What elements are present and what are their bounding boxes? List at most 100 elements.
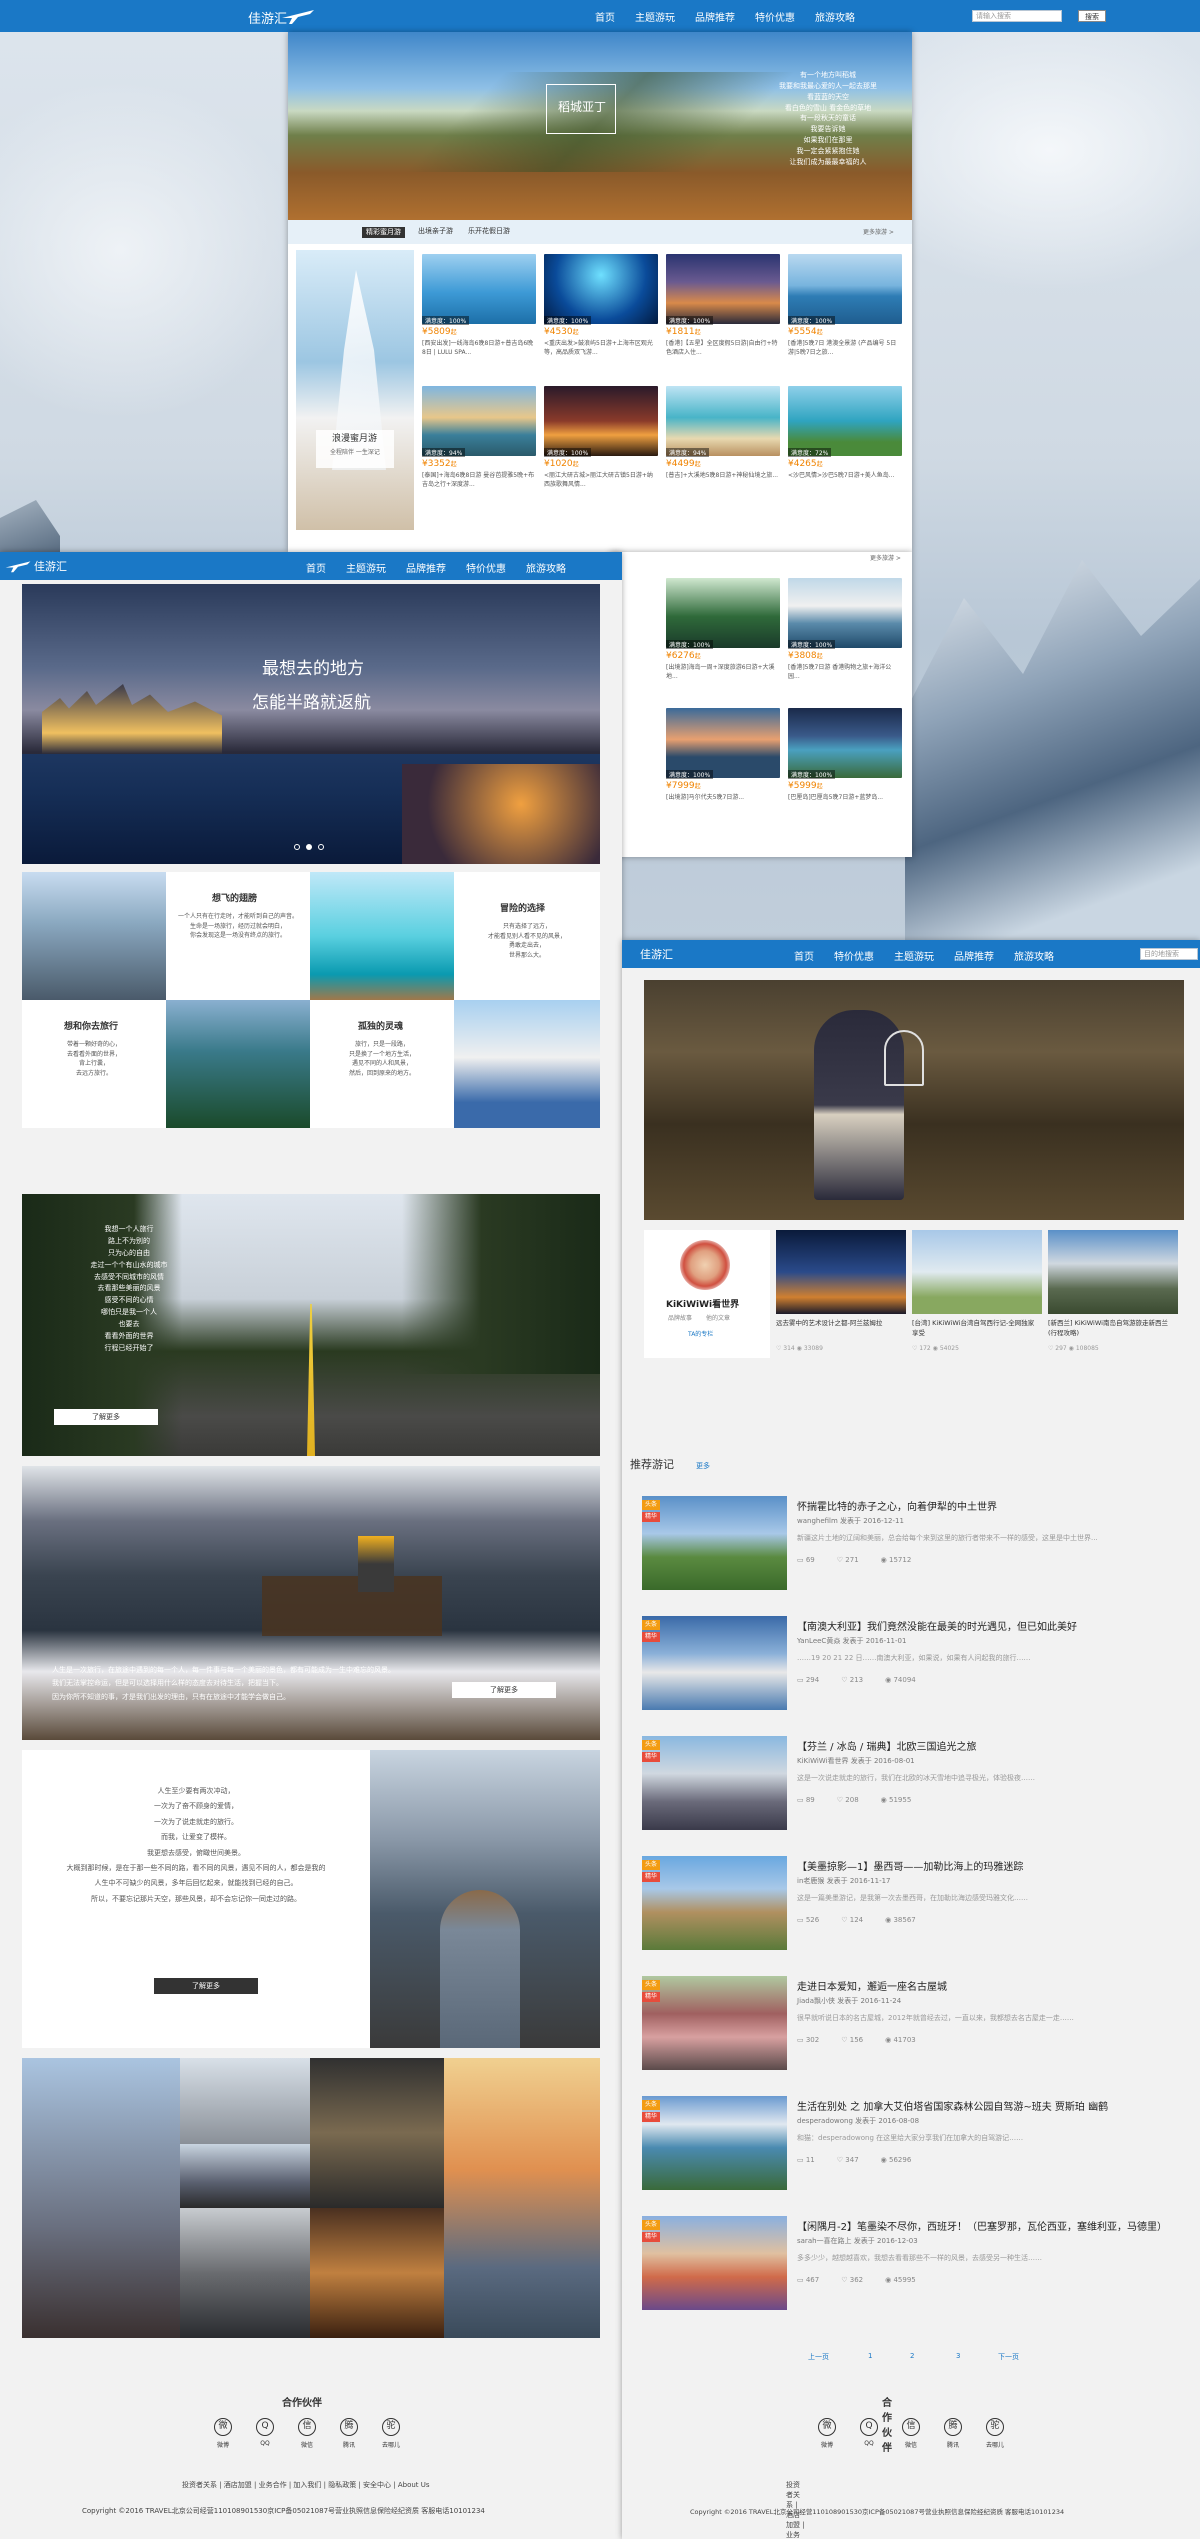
honeymoon-sub: 全程陪伴 一生深记 xyxy=(330,449,380,456)
nav-item-home[interactable]: 首页 xyxy=(784,948,824,963)
blog-item[interactable]: 头条 精华 【闲隅月-2】笔墨染不尽你，西班牙！（巴塞罗那，瓦伦西亚，塞维利亚，马… xyxy=(642,2216,1192,2326)
profile-sub1[interactable]: 品牌故事 xyxy=(668,1314,692,1324)
plane-icon xyxy=(5,561,31,573)
search-button[interactable]: 搜索 xyxy=(1078,10,1106,22)
nav-item-brand[interactable]: 品牌推荐 xyxy=(685,9,745,24)
feature-title[interactable]: [新西兰] KiKiWiWi南岛自驾游旅走新西兰 (行程攻略) xyxy=(1048,1318,1176,1339)
feature-title[interactable]: 远去雾中的艺术设计之都-阿兰兹姆拉 xyxy=(776,1318,904,1328)
blog-desc: 多多少少，越想越喜欢，我想去看看那些不一样的风景，去感受另一种生活…… xyxy=(797,2254,1042,2262)
pager-page[interactable]: 3 xyxy=(956,2352,960,2360)
slider-dot[interactable] xyxy=(294,844,300,850)
tab-holiday[interactable]: 乐开花假日游 xyxy=(468,226,510,237)
blog-title[interactable]: 【美墨掠影—1】墨西哥——加勒比海上的玛雅迷踪 xyxy=(797,1858,1023,1873)
search-input[interactable]: 目的地搜索 xyxy=(1140,948,1198,960)
profile-link[interactable]: TA的专栏 xyxy=(688,1330,713,1340)
pager-page[interactable]: 2 xyxy=(910,2352,914,2360)
more-link[interactable]: 更多旅游 > xyxy=(870,554,901,564)
product-card[interactable]: 满意度：100% ¥5809起 [西安出发]一线海岛6晚8日游+普吉岛6晚8日 … xyxy=(422,254,536,372)
product-card[interactable]: 满意度：100% ¥1811起 [香港]【五星】全区度假5日游|自由行+特色酒店… xyxy=(666,254,780,372)
city-hero-slider[interactable]: 最想去的地方 怎能半路就返航 xyxy=(22,584,600,864)
product-card[interactable]: 满意度：72% ¥4265起 <沙巴风情>沙巴5晚7日游+美人鱼岛... xyxy=(788,386,902,504)
nav-item-guide[interactable]: 旅游攻略 xyxy=(516,560,576,575)
recommend-more[interactable]: 更多 xyxy=(696,1461,710,1472)
collage-image xyxy=(22,2058,180,2338)
blog-item[interactable]: 头条 精华 走进日本爱知，邂逅一座名古屋城 Jiada飘小侠 发表于 2016-1… xyxy=(642,1976,1192,2086)
grid-desc: 一个人只有在行走时，才能听到自己的声音。 生命是一场旅行，经历过就会明白， 你会… xyxy=(177,913,298,940)
nav-item-brand[interactable]: 品牌推荐 xyxy=(396,560,456,575)
renren-icon[interactable]: 腾 xyxy=(944,2418,962,2436)
blog-item[interactable]: 头条 精华 【美墨掠影—1】墨西哥——加勒比海上的玛雅迷踪 in老鹿猴 发表于 2… xyxy=(642,1856,1192,1966)
blog-title[interactable]: 走进日本爱知，邂逅一座名古屋城 xyxy=(797,1978,947,1993)
blog-title[interactable]: 怀揣霍比特的赤子之心，向着伊犁的中土世界 xyxy=(797,1498,997,1513)
blog-item[interactable]: 头条 精华 【芬兰 / 冰岛 / 瑞典】北欧三国追光之旅 KiKiWiWi看世界 … xyxy=(642,1736,1192,1846)
tag-headline: 头条 xyxy=(642,1980,661,1990)
blog-title[interactable]: 【闲隅月-2】笔墨染不尽你，西班牙！（巴塞罗那，瓦伦西亚，塞维利亚，马德里） xyxy=(797,2218,1167,2233)
nav-item-guide[interactable]: 旅游攻略 xyxy=(1004,948,1064,963)
nav-item-home[interactable]: 首页 xyxy=(585,9,625,24)
wechat-icon[interactable]: 信 xyxy=(902,2418,920,2436)
blog-title[interactable]: 【芬兰 / 冰岛 / 瑞典】北欧三国追光之旅 xyxy=(797,1738,976,1753)
product-card[interactable]: 满意度：100% ¥3808起 [香港]5晚7日游 香港购物之旅+海洋公园... xyxy=(788,578,902,696)
nav-item-theme[interactable]: 主题游玩 xyxy=(625,9,685,24)
slogan-line1: 最想去的地方 xyxy=(262,659,364,679)
blog-item[interactable]: 头条 精华 【南澳大利亚】我们竟然没能在最美的时光遇见，但已如此美好 YanLee… xyxy=(642,1616,1192,1726)
weibo-icon[interactable]: 微 xyxy=(214,2418,232,2436)
learn-more-button[interactable]: 了解更多 xyxy=(54,1409,158,1425)
product-card[interactable]: 满意度：100% ¥5554起 [香港]5晚7日 港澳全景游 (产品编号 5日游… xyxy=(788,254,902,372)
product-card[interactable]: 满意度：100% ¥4530起 <重庆出发>鼓浪屿5日游+上海市区观光等，高品质… xyxy=(544,254,658,372)
slider-dot[interactable] xyxy=(318,844,324,850)
learn-more-button[interactable]: 了解更多 xyxy=(154,1978,258,1994)
camel-icon[interactable]: 驼 xyxy=(382,2418,400,2436)
feature-card[interactable]: 远去雾中的艺术设计之都-阿兰兹姆拉 ♡ 314 ◉ 33089 xyxy=(776,1230,906,1358)
nav-item-deals[interactable]: 特价优惠 xyxy=(824,948,884,963)
renren-icon[interactable]: 腾 xyxy=(340,2418,358,2436)
tag-featured: 精华 xyxy=(642,1632,661,1642)
blog-title[interactable]: 【南澳大利亚】我们竟然没能在最美的时光遇见，但已如此美好 xyxy=(797,1618,1077,1633)
profile-name[interactable]: KiKiWiWi看世界 xyxy=(666,1298,739,1312)
blog-item[interactable]: 头条 精华 怀揣霍比特的赤子之心，向着伊犁的中土世界 wanghefilm 发表于… xyxy=(642,1496,1192,1606)
feature-title[interactable]: [台湾] KiKiWiWi台湾自驾西行记-全网独家享受 xyxy=(912,1318,1040,1339)
more-link[interactable]: 更多旅游 > xyxy=(863,228,894,238)
weibo-icon[interactable]: 微 xyxy=(818,2418,836,2436)
feature-card[interactable]: [新西兰] KiKiWiWi南岛自驾游旅走新西兰 (行程攻略) ♡ 297 ◉ … xyxy=(1048,1230,1178,1358)
wechat-icon[interactable]: 信 xyxy=(298,2418,316,2436)
qq-icon[interactable]: Q xyxy=(256,2418,274,2436)
qq-icon[interactable]: Q xyxy=(860,2418,878,2436)
logo[interactable]: 佳游汇 xyxy=(640,946,673,962)
avatar[interactable] xyxy=(680,1240,730,1290)
tag-headline: 头条 xyxy=(642,2220,661,2230)
slider-dot[interactable] xyxy=(306,844,312,850)
nav-item-brand[interactable]: 品牌推荐 xyxy=(944,948,1004,963)
plane-icon xyxy=(282,10,314,24)
profile-sub2[interactable]: 他的文章 xyxy=(706,1314,730,1324)
search-input[interactable]: 请输入搜索 xyxy=(972,10,1062,22)
nav-item-theme[interactable]: 主题游玩 xyxy=(336,560,396,575)
tag-headline: 头条 xyxy=(642,2100,661,2110)
pager-page[interactable]: 1 xyxy=(868,2352,872,2360)
product-card[interactable]: 满意度：100% ¥7999起 [出境游]马尔代夫5晚7日游... xyxy=(666,708,780,826)
learn-more-button[interactable]: 了解更多 xyxy=(452,1682,556,1698)
product-card[interactable]: 满意度：100% ¥6276起 [出境游]海岛一周+深度旅游6日游+大溪地... xyxy=(666,578,780,696)
logo[interactable]: 佳游汇 xyxy=(34,558,67,574)
product-card[interactable]: 满意度：94% ¥3352起 [泰国]+海岛6晚8日游 曼谷芭提雅5晚+布吉岛之… xyxy=(422,386,536,504)
blog-title[interactable]: 生活在别处 之 加拿大艾伯塔省国家森林公园自驾游~班夫 贾斯珀 幽鹤 xyxy=(797,2098,1108,2113)
nav-item-theme[interactable]: 主题游玩 xyxy=(884,948,944,963)
product-card[interactable]: 满意度：100% ¥1020起 <丽江大研古城>丽江大研古镇5日游+纳西族歌舞风… xyxy=(544,386,658,504)
product-card[interactable]: 满意度：100% ¥5999起 [巴厘岛]巴厘岛5晚7日游+蓝梦岛... xyxy=(788,708,902,826)
camel-icon[interactable]: 驼 xyxy=(986,2418,1004,2436)
nav-item-deals[interactable]: 特价优惠 xyxy=(745,9,805,24)
footer-links[interactable]: 投资者关系 | 酒店加盟 | 业务合作 | 加入我们 | 隐私政策 | 安全中心… xyxy=(182,2480,430,2490)
pager-next[interactable]: 下一页 xyxy=(998,2352,1019,2362)
honeymoon-promo[interactable]: 浪漫蜜月游 全程陪伴 一生深记 xyxy=(296,250,414,530)
tab-honeymoon[interactable]: 精彩蜜月游 xyxy=(362,227,405,238)
blog-item[interactable]: 头条 精华 生活在别处 之 加拿大艾伯塔省国家森林公园自驾游~班夫 贾斯珀 幽鹤 … xyxy=(642,2096,1192,2206)
nav-item-home[interactable]: 首页 xyxy=(296,560,336,575)
nav-item-guide[interactable]: 旅游攻略 xyxy=(805,9,865,24)
feature-card[interactable]: [台湾] KiKiWiWi台湾自驾西行记-全网独家享受 ♡ 172 ◉ 5402… xyxy=(912,1230,1042,1358)
profile-card[interactable]: KiKiWiWi看世界 品牌故事 他的文章 TA的专栏 xyxy=(644,1230,770,1358)
tab-family[interactable]: 出境亲子游 xyxy=(418,226,453,237)
pager-prev[interactable]: 上一页 xyxy=(808,2352,829,2362)
product-card[interactable]: 满意度：94% ¥4499起 [普吉]+大溪地5晚8日游+神秘仙境之旅... xyxy=(666,386,780,504)
nav-item-deals[interactable]: 特价优惠 xyxy=(456,560,516,575)
blog-desc: 这是一次说走就走的旅行，我们在北欧的冰天雪地中追寻极光，体验极夜…… xyxy=(797,1774,1035,1782)
